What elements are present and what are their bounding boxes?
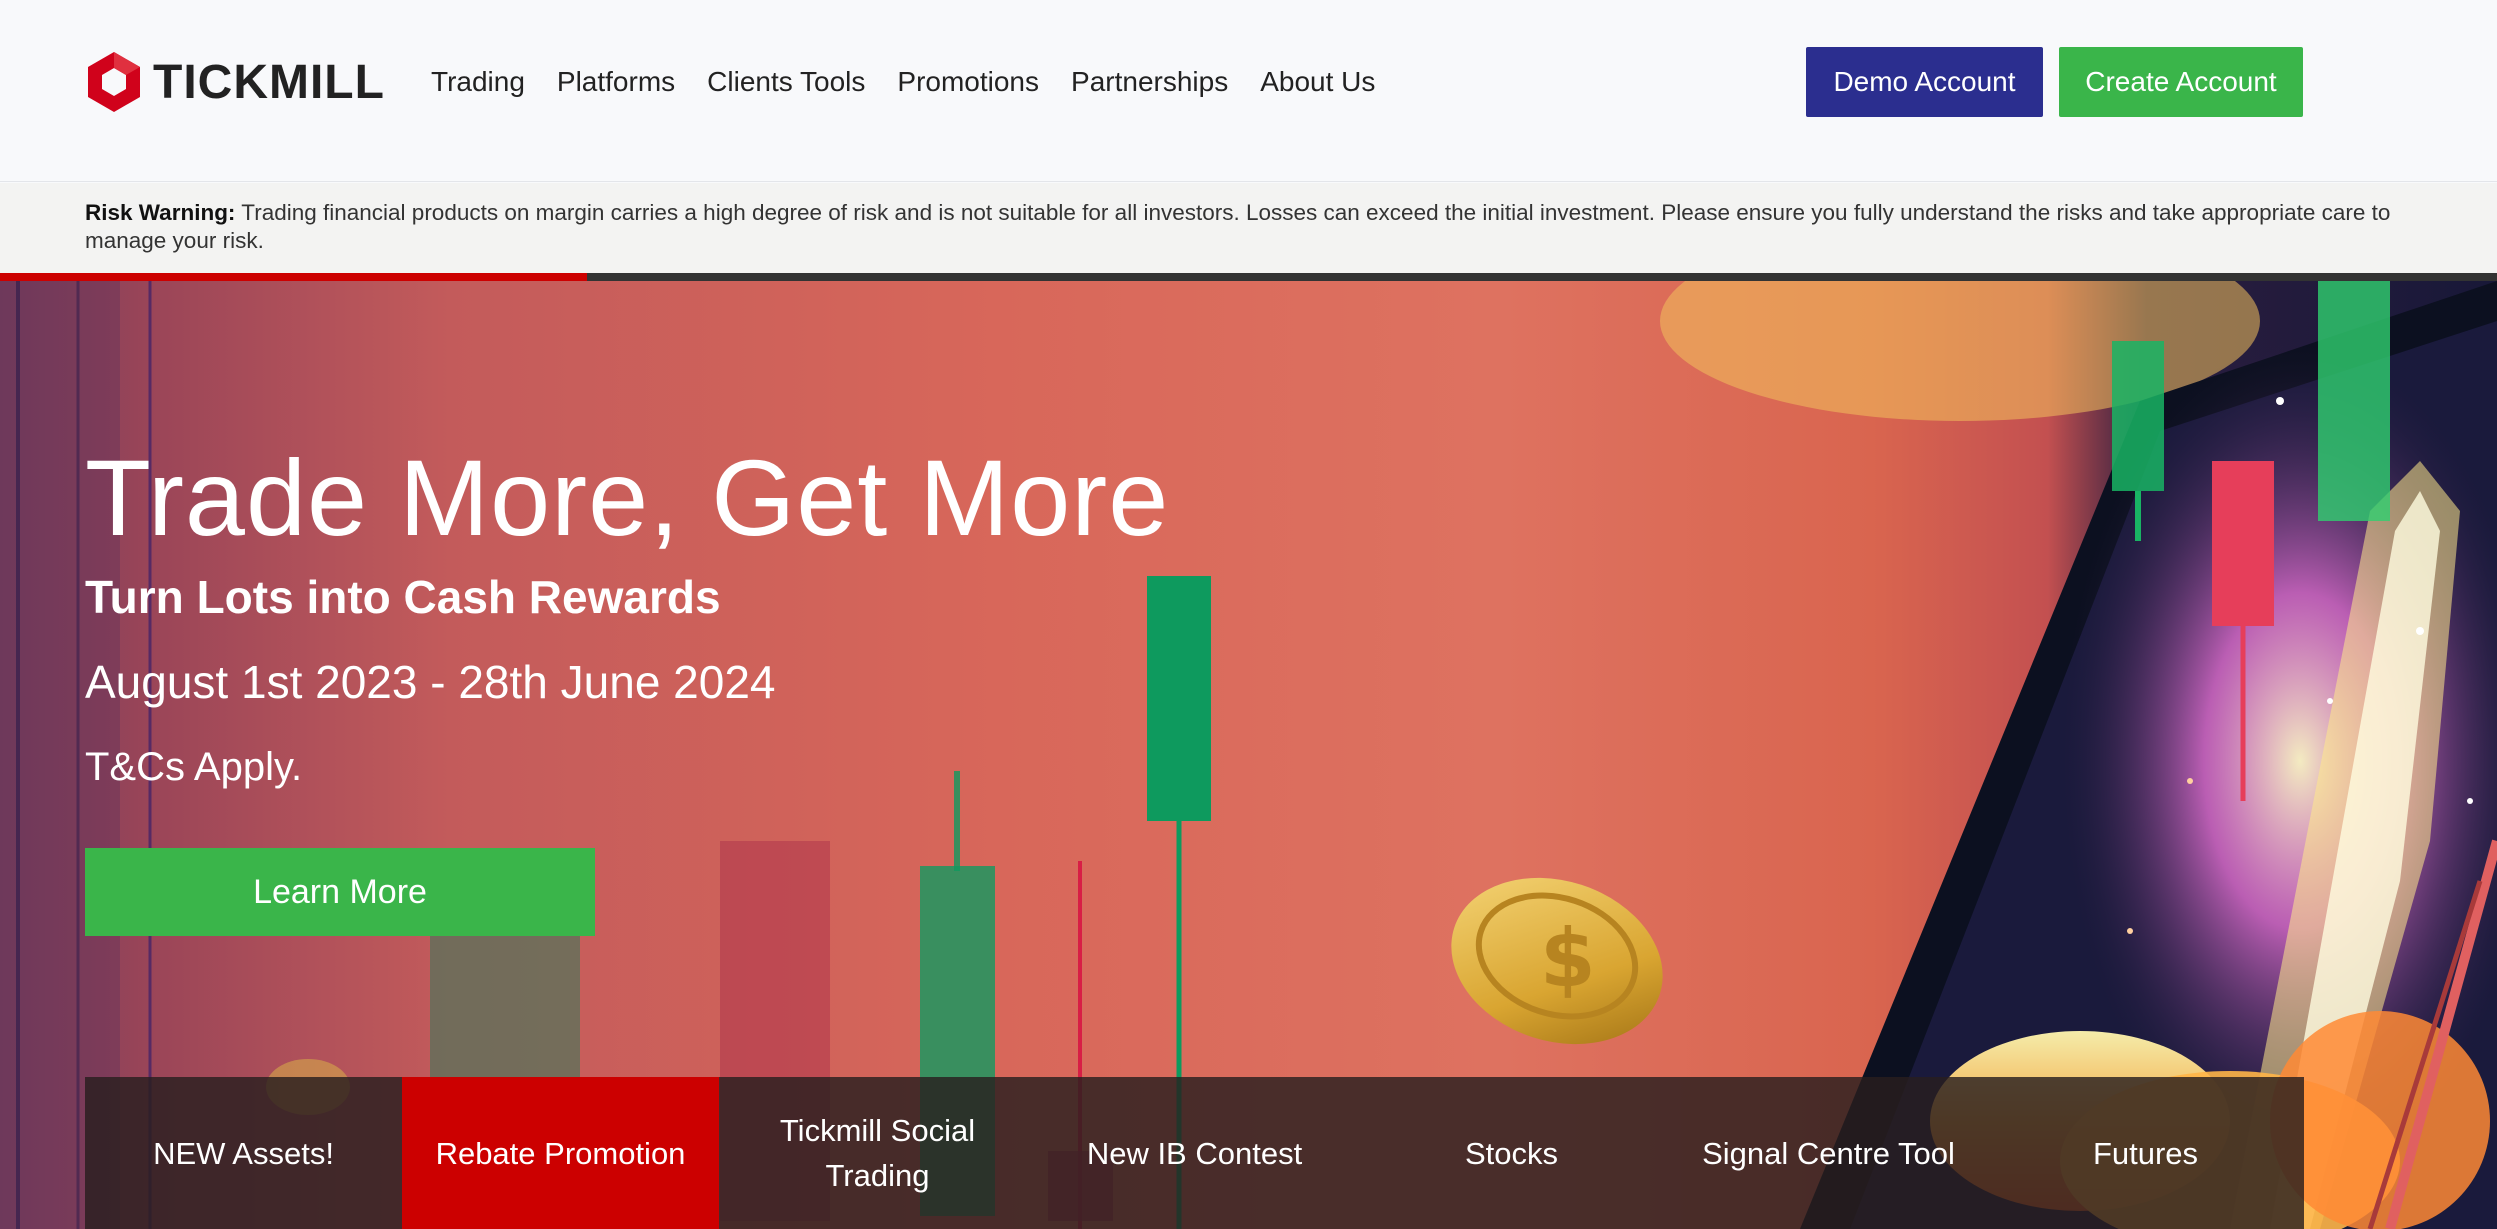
create-account-button[interactable]: Create Account	[2059, 47, 2303, 117]
risk-warning-banner: Risk Warning: Trading financial products…	[0, 183, 2497, 273]
tab-rebate-promotion[interactable]: Rebate Promotion	[402, 1077, 719, 1229]
tickmill-logo[interactable]: TICKMILL	[85, 50, 385, 114]
slider-progress-bar	[0, 273, 2497, 281]
svg-text:$: $	[1540, 912, 1596, 1005]
hero-subtitle: Turn Lots into Cash Rewards	[85, 571, 721, 623]
main-nav: Trading Platforms Clients Tools Promotio…	[431, 58, 1407, 106]
learn-more-button[interactable]: Learn More	[85, 848, 595, 936]
tab-futures[interactable]: Futures	[1987, 1077, 2304, 1229]
nav-item-about-us[interactable]: About Us	[1260, 58, 1375, 106]
slider-progress-fill	[0, 273, 587, 281]
nav-item-trading[interactable]: Trading	[431, 58, 525, 106]
hero-title: Trade More, Get More	[85, 437, 1170, 558]
risk-warning-text: Trading financial products on margin car…	[85, 200, 2391, 253]
hero-dates: August 1st 2023 - 28th June 2024	[85, 656, 776, 708]
tab-new-ib-contest[interactable]: New IB Contest	[1036, 1077, 1353, 1229]
risk-warning-label: Risk Warning:	[85, 200, 236, 225]
tab-stocks[interactable]: Stocks	[1353, 1077, 1670, 1229]
nav-item-platforms[interactable]: Platforms	[557, 58, 675, 106]
nav-item-clients-tools[interactable]: Clients Tools	[707, 58, 865, 106]
tab-signal-centre-tool[interactable]: Signal Centre Tool	[1670, 1077, 1987, 1229]
logo-text: TICKMILL	[153, 55, 385, 109]
nav-item-partnerships[interactable]: Partnerships	[1071, 58, 1228, 106]
promo-tabs: NEW Assets! Rebate Promotion Tickmill So…	[85, 1077, 2304, 1229]
site-header: TICKMILL Trading Platforms Clients Tools…	[0, 0, 2497, 182]
demo-account-button[interactable]: Demo Account	[1806, 47, 2043, 117]
hero-terms[interactable]: T&Cs Apply.	[85, 745, 302, 790]
tickmill-hexagon-icon	[88, 52, 140, 112]
nav-item-promotions[interactable]: Promotions	[897, 58, 1039, 106]
tab-new-assets[interactable]: NEW Assets!	[85, 1077, 402, 1229]
tab-tickmill-social-trading[interactable]: Tickmill Social Trading	[719, 1077, 1036, 1229]
